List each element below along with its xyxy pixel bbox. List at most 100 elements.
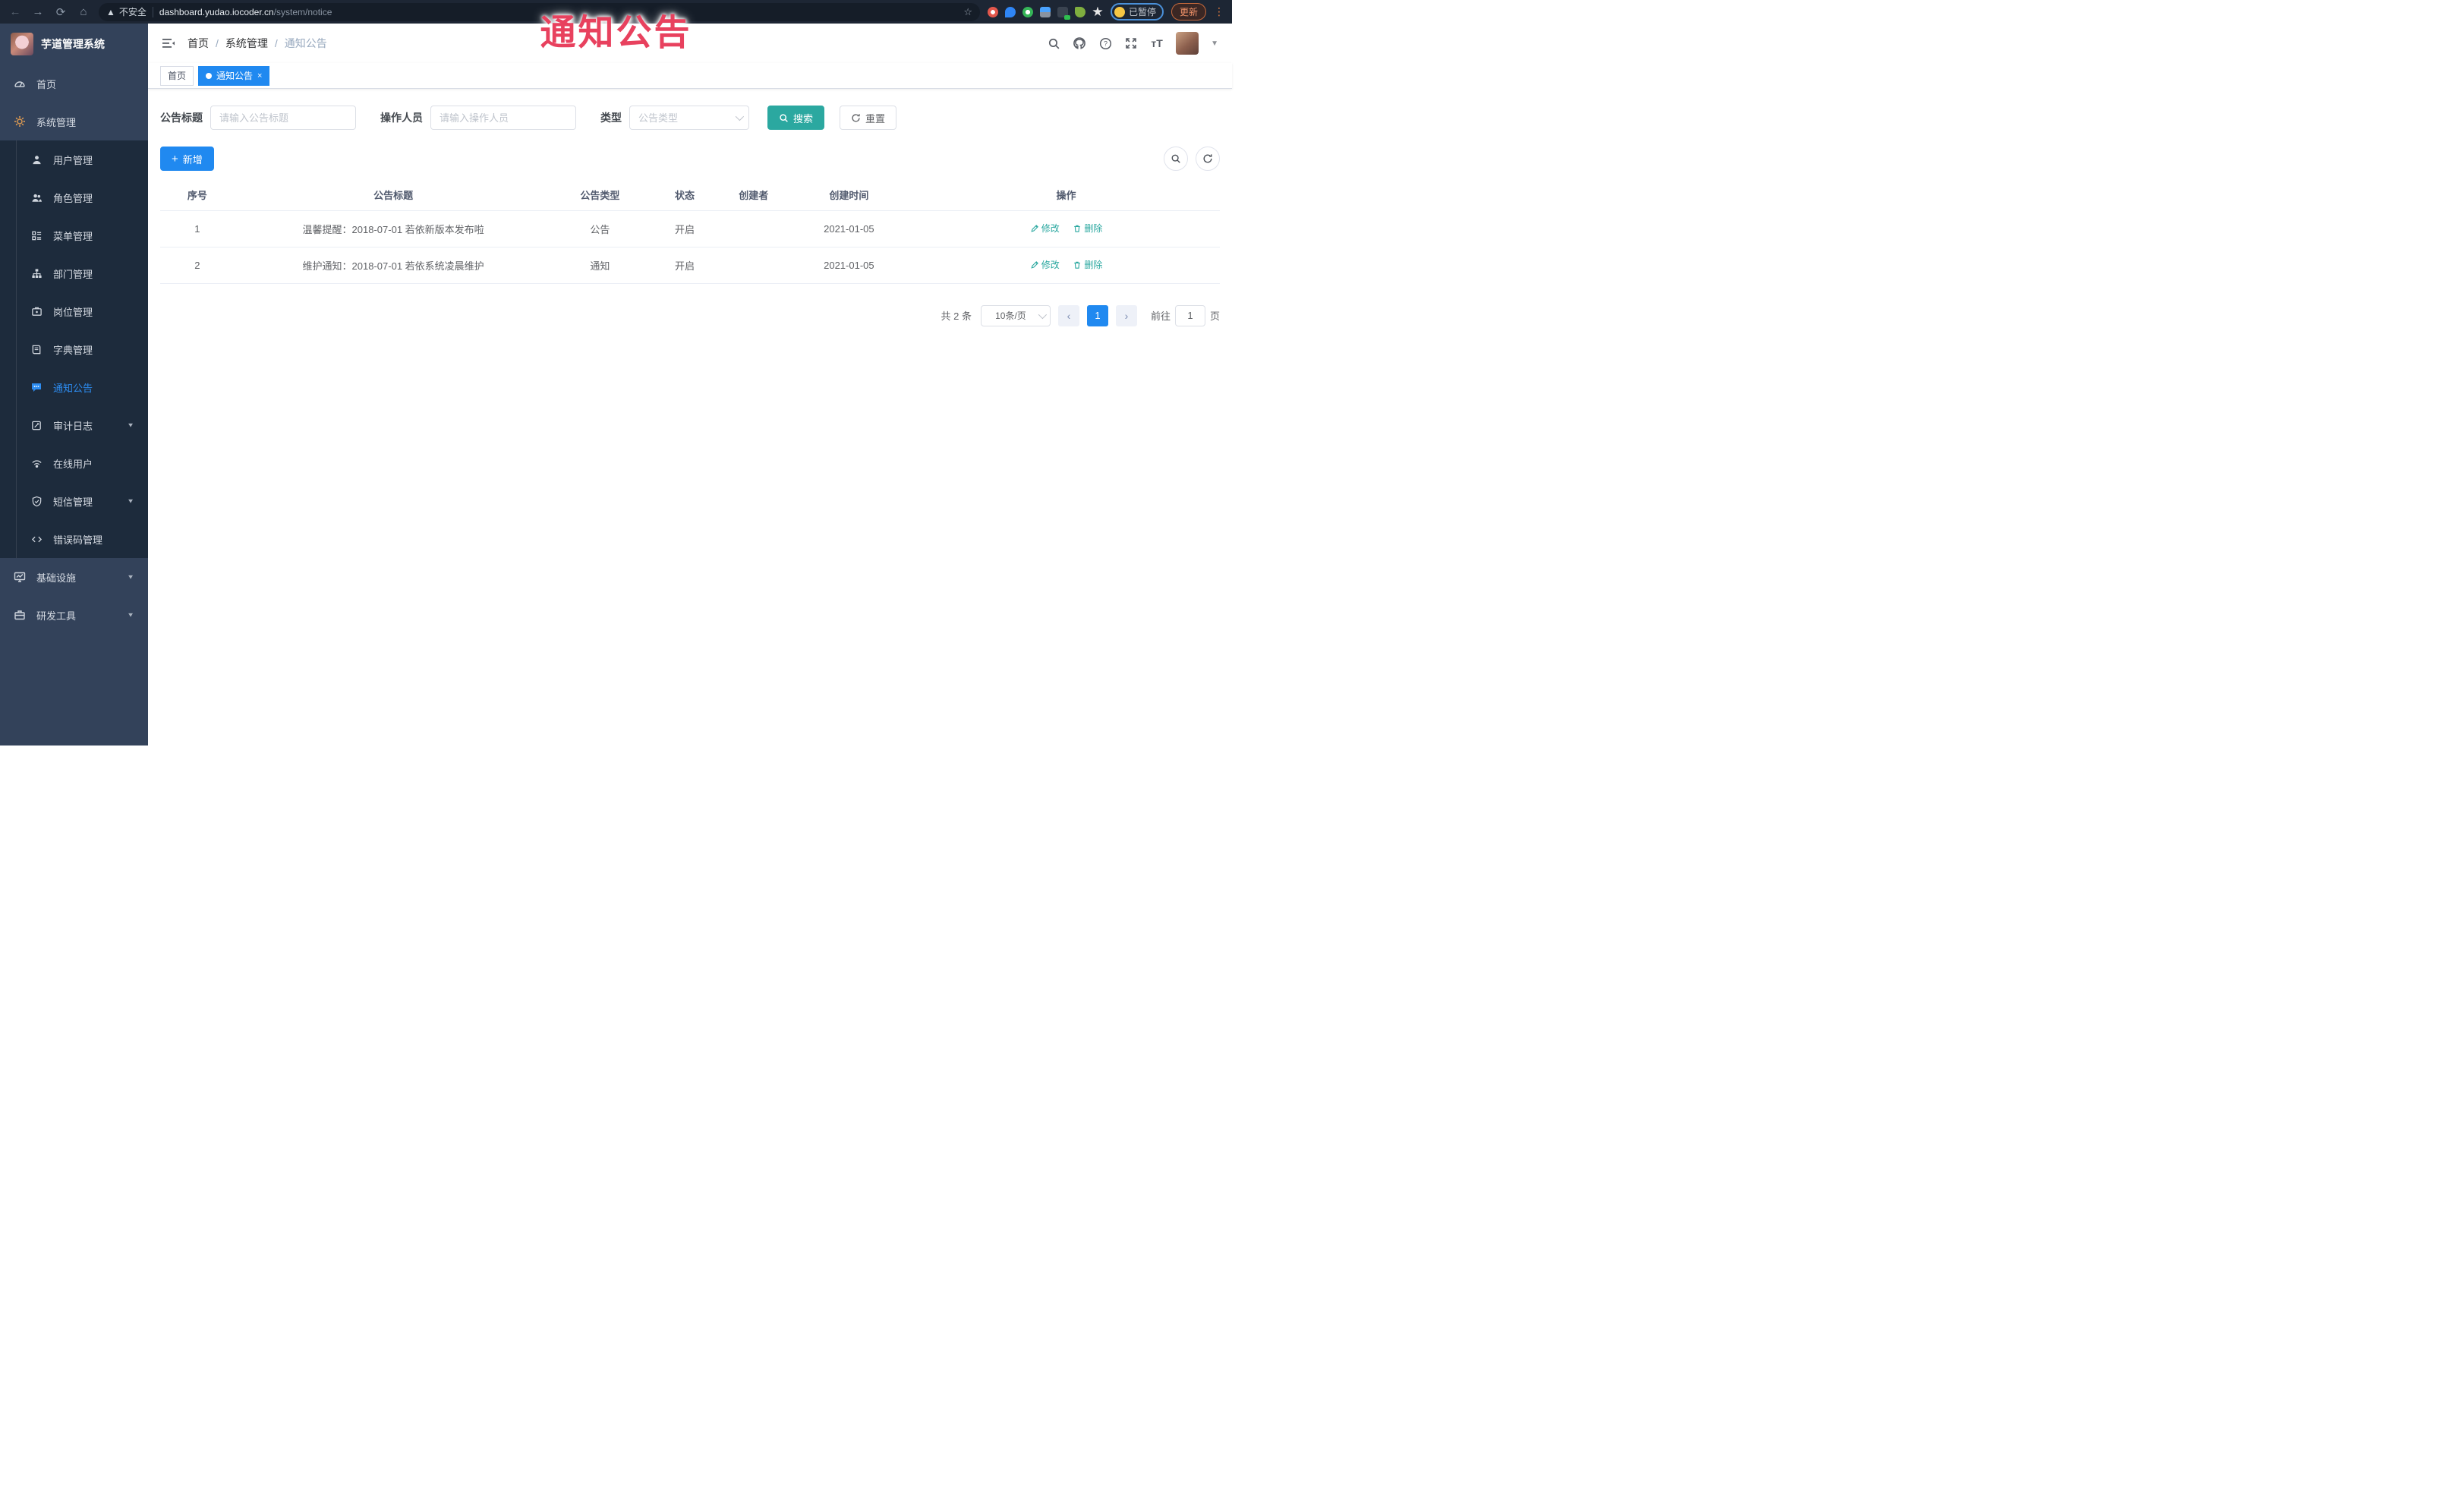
pagination: 共 2 条 ‹ 1 › 前往 页 xyxy=(160,304,1220,326)
col-creator: 创建者 xyxy=(721,180,786,211)
sidebar-logo[interactable]: 芋道管理系统 xyxy=(0,24,148,65)
tools-icon xyxy=(14,609,26,621)
page-size-select[interactable] xyxy=(980,304,1051,326)
forward-icon[interactable]: → xyxy=(30,5,46,18)
profile-emoji-icon xyxy=(1114,6,1125,17)
system-submenu: 用户管理 角色管理 菜单管理 部门管理 岗位管理 字典管理 通知公告 审计日志 … xyxy=(0,140,148,558)
notice-type-select[interactable] xyxy=(629,106,749,130)
sidebar-item-sms-mgmt[interactable]: 短信管理 ▼ xyxy=(0,482,148,520)
page-number-1[interactable]: 1 xyxy=(1086,304,1108,326)
notice-title-input[interactable] xyxy=(210,106,356,130)
extension-icon[interactable] xyxy=(1022,6,1033,17)
sidebar-item-errcode-mgmt[interactable]: 错误码管理 xyxy=(0,520,148,558)
delete-button[interactable]: 删除 xyxy=(1073,222,1102,235)
sidebar-item-user-mgmt[interactable]: 用户管理 xyxy=(0,140,148,178)
prev-page-button[interactable]: ‹ xyxy=(1057,304,1079,326)
gear-icon xyxy=(14,115,26,128)
bookmark-star-icon[interactable]: ☆ xyxy=(963,6,972,18)
users-icon xyxy=(30,191,43,203)
sidebar-item-infrastructure[interactable]: 基础设施 ▼ xyxy=(0,558,148,596)
address-bar[interactable]: ▲ 不安全 dashboard.yudao.iocoder.cn/system/… xyxy=(99,2,980,21)
page-body: 公告标题 操作人员 类型 搜索 重置 xyxy=(148,89,1232,746)
goto-page-input[interactable] xyxy=(1174,304,1205,326)
chevron-down-icon: ▼ xyxy=(127,573,134,581)
next-page-button[interactable]: › xyxy=(1115,304,1137,326)
font-size-icon[interactable]: тT xyxy=(1150,36,1164,50)
main-content: 首页 / 系统管理 / 通知公告 ? тT ▼ 首页 通知公告 × 公告标题 请… xyxy=(148,24,1232,746)
extension-icon[interactable] xyxy=(1057,6,1070,20)
close-icon[interactable]: × xyxy=(257,71,262,80)
filter-form: 公告标题 操作人员 类型 搜索 重置 xyxy=(160,106,1220,130)
chevron-down-icon: ▼ xyxy=(127,421,134,429)
github-icon[interactable] xyxy=(1073,36,1086,50)
col-status: 状态 xyxy=(648,180,722,211)
total-count: 共 2 条 xyxy=(941,310,972,322)
sidebar-item-audit-log[interactable]: 审计日志 ▼ xyxy=(0,406,148,444)
breadcrumb-system[interactable]: 系统管理 xyxy=(225,36,268,51)
breadcrumb: 首页 / 系统管理 / 通知公告 xyxy=(187,36,327,51)
fullscreen-icon[interactable] xyxy=(1124,36,1138,50)
col-title: 公告标题 xyxy=(234,180,553,211)
org-tree-icon xyxy=(30,267,43,279)
sidebar-item-home[interactable]: 首页 xyxy=(0,65,148,102)
edit-button[interactable]: 修改 xyxy=(1030,222,1060,235)
extension-icon[interactable] xyxy=(1004,6,1016,17)
svg-text:?: ? xyxy=(1104,39,1108,47)
help-icon[interactable]: ? xyxy=(1098,36,1112,50)
tab-notice[interactable]: 通知公告 × xyxy=(198,65,270,86)
delete-button[interactable]: 删除 xyxy=(1073,258,1102,271)
home-icon[interactable]: ⌂ xyxy=(76,5,91,18)
refresh-button[interactable] xyxy=(1196,147,1220,171)
tab-home[interactable]: 首页 xyxy=(160,65,194,86)
sidebar-item-role-mgmt[interactable]: 角色管理 xyxy=(0,178,148,216)
plus-icon: + xyxy=(172,152,178,165)
user-icon xyxy=(30,153,43,165)
add-button[interactable]: + 新增 xyxy=(160,147,214,171)
operator-input[interactable] xyxy=(430,106,576,130)
chrome-update-button[interactable]: 更新 xyxy=(1171,3,1206,20)
chevron-down-icon: ▼ xyxy=(127,497,134,505)
table-toolbar: + 新增 xyxy=(160,147,1220,171)
sidebar-item-dept-mgmt[interactable]: 部门管理 xyxy=(0,254,148,292)
browser-menu-icon[interactable]: ⋮ xyxy=(1214,5,1224,18)
sidebar-item-post-mgmt[interactable]: 岗位管理 xyxy=(0,292,148,330)
sidebar-item-notice[interactable]: 通知公告 xyxy=(0,368,148,406)
app-title: 芋道管理系统 xyxy=(41,38,105,50)
table-row[interactable]: 2 维护通知：2018-07-01 若依系统凌晨维护 通知 开启 2021-01… xyxy=(160,247,1220,284)
active-dot xyxy=(206,72,213,79)
breadcrumb-current: 通知公告 xyxy=(284,37,327,49)
sms-shield-icon xyxy=(30,495,43,507)
breadcrumb-home[interactable]: 首页 xyxy=(187,36,209,51)
browser-toolbar: ← → ⟳ ⌂ ▲ 不安全 dashboard.yudao.iocoder.cn… xyxy=(0,0,1232,24)
browser-profile-chip[interactable]: 已暂停 xyxy=(1110,3,1164,20)
menu-list-icon xyxy=(30,229,43,241)
edit-button[interactable]: 修改 xyxy=(1030,258,1060,271)
extensions-puzzle-icon[interactable] xyxy=(1092,6,1103,17)
hide-search-button[interactable] xyxy=(1164,147,1188,171)
security-warning[interactable]: ▲ 不安全 xyxy=(106,5,147,18)
avatar[interactable] xyxy=(1176,32,1199,55)
extension-icon[interactable] xyxy=(1074,6,1085,17)
extension-icon[interactable] xyxy=(1039,6,1051,17)
sidebar-item-online-users[interactable]: 在线用户 xyxy=(0,444,148,482)
notice-table: 序号 公告标题 公告类型 状态 创建者 创建时间 操作 1 温馨提醒：2018- xyxy=(160,180,1220,284)
post-icon xyxy=(30,305,43,317)
filter-type-label: 类型 xyxy=(600,112,622,124)
sidebar-item-dict-mgmt[interactable]: 字典管理 xyxy=(0,330,148,368)
header-actions: ? тT ▼ xyxy=(1047,32,1218,55)
sidebar-item-system[interactable]: 系统管理 xyxy=(0,102,148,140)
sidebar-menu: 首页 系统管理 用户管理 角色管理 菜单管理 部门管理 岗位管理 字典管理 通知… xyxy=(0,65,148,746)
sidebar-item-menu-mgmt[interactable]: 菜单管理 xyxy=(0,216,148,254)
search-button[interactable]: 搜索 xyxy=(767,106,825,130)
gauge-icon xyxy=(14,77,26,90)
search-icon[interactable] xyxy=(1047,36,1060,50)
caret-down-icon[interactable]: ▼ xyxy=(1211,39,1218,48)
filter-title-label: 公告标题 xyxy=(160,112,203,124)
table-row[interactable]: 1 温馨提醒：2018-07-01 若依新版本发布啦 公告 开启 2021-01… xyxy=(160,210,1220,247)
extension-icon[interactable] xyxy=(987,6,998,17)
reset-button[interactable]: 重置 xyxy=(840,106,897,130)
back-icon[interactable]: ← xyxy=(8,5,23,18)
sidebar-item-dev-tools[interactable]: 研发工具 ▼ xyxy=(0,596,148,634)
reload-icon[interactable]: ⟳ xyxy=(53,5,68,19)
sidebar-collapse-icon[interactable] xyxy=(162,37,175,49)
